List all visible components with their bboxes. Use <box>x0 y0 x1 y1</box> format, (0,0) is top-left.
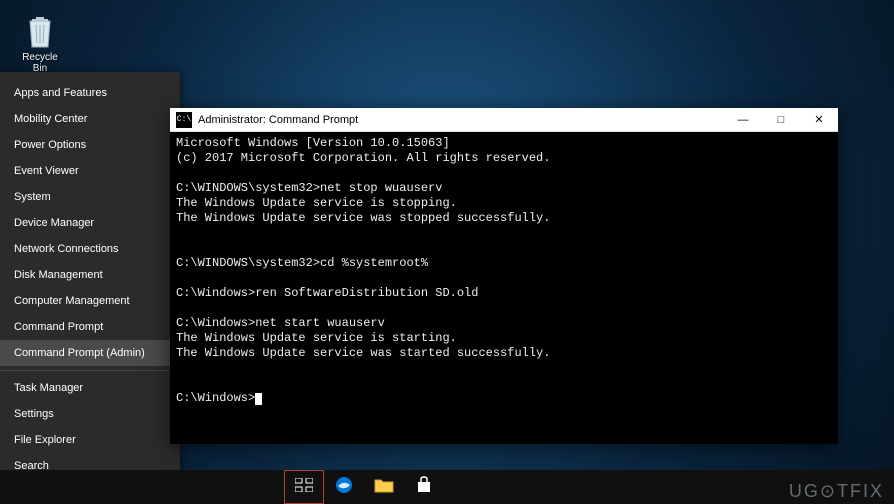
edge-browser-icon <box>335 476 353 499</box>
winx-item-task-manager[interactable]: Task Manager <box>0 375 180 401</box>
winx-item-command-prompt-admin-[interactable]: Command Prompt (Admin) <box>0 340 180 366</box>
recycle-bin-icon <box>23 10 57 50</box>
taskbar-item-store[interactable] <box>404 470 444 504</box>
window-title: Administrator: Command Prompt <box>198 114 724 126</box>
winx-item-network-connections[interactable]: Network Connections <box>0 236 180 262</box>
menu-separator <box>0 370 180 371</box>
winx-item-event-viewer[interactable]: Event Viewer <box>0 158 180 184</box>
store-icon <box>415 476 433 499</box>
task-view-icon <box>295 478 313 497</box>
taskbar-item-file-explorer[interactable] <box>364 470 404 504</box>
winx-menu: Apps and FeaturesMobility CenterPower Op… <box>0 72 180 504</box>
winx-item-file-explorer[interactable]: File Explorer <box>0 427 180 453</box>
winx-item-power-options[interactable]: Power Options <box>0 132 180 158</box>
maximize-button[interactable]: □ <box>762 108 800 132</box>
close-button[interactable]: ✕ <box>800 108 838 132</box>
titlebar[interactable]: C:\ Administrator: Command Prompt — □ ✕ <box>170 108 838 132</box>
terminal-output[interactable]: Microsoft Windows [Version 10.0.15063] (… <box>170 132 838 444</box>
cmd-icon: C:\ <box>176 112 192 128</box>
winx-item-disk-management[interactable]: Disk Management <box>0 262 180 288</box>
desktop-icon-label: Recycle Bin <box>16 52 64 74</box>
taskbar-items <box>284 470 444 504</box>
winx-item-system[interactable]: System <box>0 184 180 210</box>
minimize-button[interactable]: — <box>724 108 762 132</box>
winx-item-device-manager[interactable]: Device Manager <box>0 210 180 236</box>
winx-item-settings[interactable]: Settings <box>0 401 180 427</box>
desktop[interactable]: Recycle Bin Apps and FeaturesMobility Ce… <box>0 0 894 504</box>
taskbar-item-edge-browser[interactable] <box>324 470 364 504</box>
window-controls: — □ ✕ <box>724 108 838 132</box>
taskbar <box>0 470 894 504</box>
command-prompt-window[interactable]: C:\ Administrator: Command Prompt — □ ✕ … <box>170 108 838 444</box>
winx-item-apps-and-features[interactable]: Apps and Features <box>0 80 180 106</box>
file-explorer-icon <box>374 477 394 498</box>
terminal-cursor <box>255 393 262 405</box>
winx-item-command-prompt[interactable]: Command Prompt <box>0 314 180 340</box>
desktop-icon-recycle-bin[interactable]: Recycle Bin <box>16 10 64 74</box>
winx-item-computer-management[interactable]: Computer Management <box>0 288 180 314</box>
winx-item-mobility-center[interactable]: Mobility Center <box>0 106 180 132</box>
taskbar-item-task-view[interactable] <box>284 470 324 504</box>
